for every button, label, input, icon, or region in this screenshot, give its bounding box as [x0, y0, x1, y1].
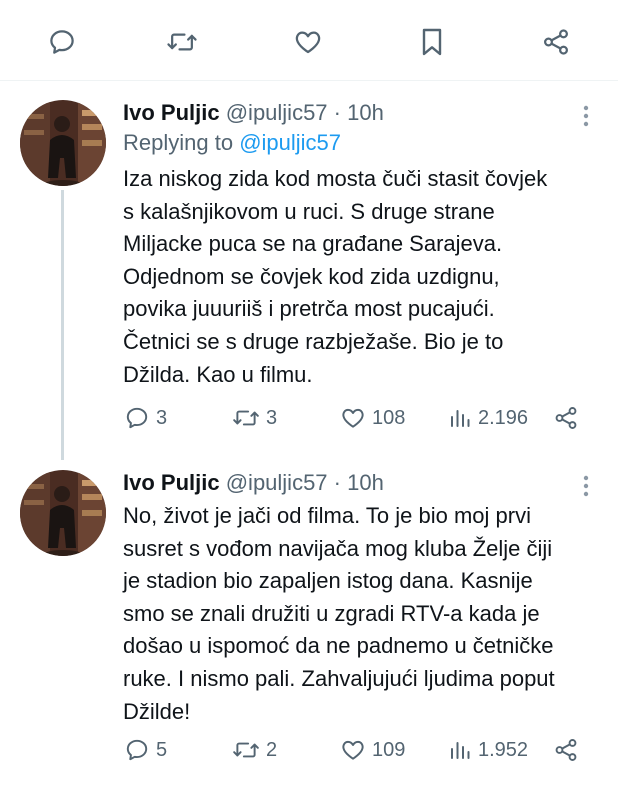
reply-button[interactable]: 3	[124, 400, 167, 436]
heart-icon	[340, 405, 366, 431]
bookmark-button[interactable]	[412, 22, 452, 62]
retweet-button[interactable]: 2	[232, 732, 277, 768]
more-vertical-icon	[576, 104, 596, 130]
heart-icon	[340, 737, 366, 763]
author-handle[interactable]: @ipuljic57	[226, 100, 328, 125]
like-button[interactable]: 109	[340, 732, 405, 768]
like-button[interactable]	[288, 22, 328, 62]
avatar[interactable]	[20, 470, 106, 556]
tweet-text: Iza niskog zida kod mosta čuči stasit čo…	[123, 166, 548, 387]
reply-icon	[47, 27, 77, 57]
reply-icon	[124, 737, 150, 763]
share-icon	[553, 737, 579, 763]
reply-count: 3	[156, 406, 168, 429]
views-count: 1.952	[478, 738, 529, 761]
retweet-icon	[166, 27, 198, 57]
tweet[interactable]: Ivo Puljic @ipuljic57 · 10h No, život je…	[0, 470, 618, 790]
views-button[interactable]: 2.196	[448, 400, 528, 436]
tweet-actions: 3 3 108 2.196	[0, 400, 618, 436]
author-name[interactable]: Ivo Puljic	[123, 470, 220, 495]
timestamp[interactable]: 10h	[347, 100, 384, 125]
retweet-icon	[232, 405, 260, 431]
share-button[interactable]	[553, 400, 579, 436]
share-button[interactable]	[553, 732, 579, 768]
tweet-text: No, život je jači od filma. To je bio mo…	[123, 503, 555, 724]
author-name[interactable]: Ivo Puljic	[123, 100, 220, 125]
reply-icon	[124, 405, 150, 431]
retweet-button[interactable]	[162, 22, 202, 62]
top-action-bar	[0, 0, 618, 80]
reply-count: 5	[156, 738, 168, 761]
tweet[interactable]: Ivo Puljic @ipuljic57 · 10h Replying to …	[0, 100, 618, 460]
author-handle[interactable]: @ipuljic57	[226, 470, 328, 495]
views-button[interactable]: 1.952	[448, 732, 528, 768]
retweet-count: 3	[266, 406, 278, 429]
replying-to-label: Replying to	[123, 130, 234, 155]
share-icon	[553, 405, 579, 431]
replying-to-mention[interactable]: @ipuljic57	[239, 130, 341, 155]
share-button[interactable]	[536, 22, 576, 62]
separator-dot: ·	[333, 100, 341, 125]
retweet-count: 2	[266, 738, 278, 761]
heart-icon	[293, 27, 323, 57]
tweet-header: Ivo Puljic @ipuljic57 · 10h	[123, 470, 384, 496]
share-icon	[541, 27, 571, 57]
like-button[interactable]: 108	[340, 400, 405, 436]
reply-button[interactable]	[42, 22, 82, 62]
more-options-button[interactable]	[576, 104, 596, 130]
analytics-icon	[448, 737, 472, 763]
views-count: 2.196	[478, 406, 529, 429]
retweet-icon	[232, 737, 260, 763]
replying-to-line: Replying to @ipuljic57	[123, 130, 341, 156]
more-vertical-icon	[576, 474, 596, 500]
like-count: 108	[372, 406, 406, 429]
tweet-header: Ivo Puljic @ipuljic57 · 10h	[123, 100, 384, 126]
reply-button[interactable]: 5	[124, 732, 167, 768]
like-count: 109	[372, 738, 406, 761]
retweet-button[interactable]: 3	[232, 400, 277, 436]
tweet-actions: 5 2 109 1.952	[0, 732, 618, 768]
more-options-button[interactable]	[576, 474, 596, 500]
separator-dot: ·	[333, 470, 341, 495]
avatar[interactable]	[20, 100, 106, 186]
divider	[0, 80, 618, 81]
bookmark-icon	[418, 26, 446, 58]
analytics-icon	[448, 405, 472, 431]
timestamp[interactable]: 10h	[347, 470, 384, 495]
